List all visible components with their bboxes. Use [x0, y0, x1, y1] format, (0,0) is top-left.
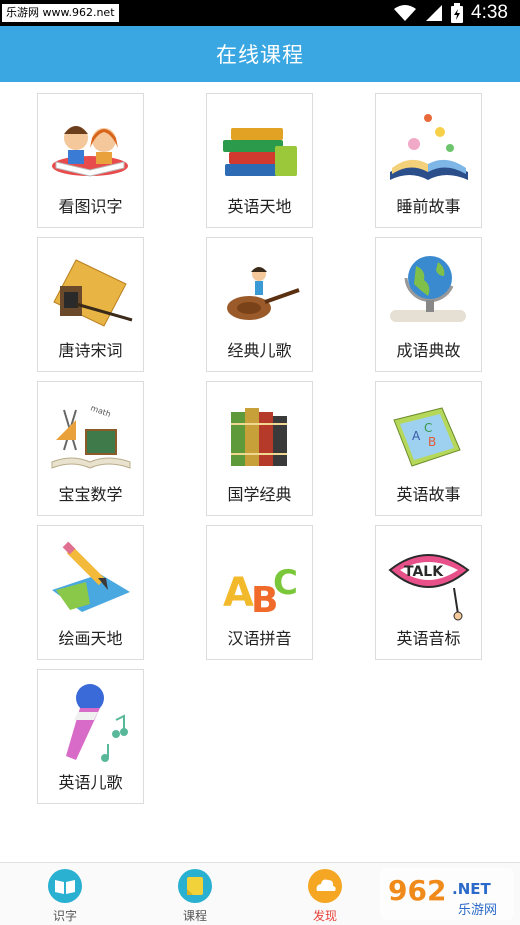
course-label: 英语故事	[396, 485, 461, 504]
watermark-text: 乐游网 www.962.net	[2, 4, 119, 22]
course-label: 看图识字	[58, 197, 123, 216]
status-bar: 乐游网 www.962.net 4:38	[0, 0, 520, 26]
svg-text:A: A	[412, 429, 421, 443]
course-tile[interactable]: 英语儿歌	[37, 669, 144, 804]
course-tile[interactable]: 国学经典	[206, 381, 313, 516]
kids-reading-icon	[52, 126, 128, 177]
math-tools-icon: math	[51, 403, 131, 469]
course-tile[interactable]: 睡前故事	[375, 93, 482, 228]
course-tile[interactable]: 成语典故	[375, 237, 482, 372]
course-tile[interactable]: math 宝宝数学	[37, 381, 144, 516]
note-icon	[178, 869, 212, 903]
svg-text:C: C	[273, 563, 298, 603]
svg-text:962: 962	[388, 874, 446, 907]
wifi-icon	[394, 5, 417, 21]
svg-text:math: math	[89, 403, 112, 419]
status-icons: 4:38	[393, 2, 508, 24]
nav-item-shizi[interactable]: 识字	[35, 869, 95, 923]
course-tile[interactable]: 经典儿歌	[206, 237, 313, 372]
abc-letters-icon: A B C	[223, 563, 298, 621]
course-grid: 看图识字 A 英语天地 睡前故事	[0, 82, 520, 862]
course-label: 宝宝数学	[58, 485, 123, 504]
course-tile[interactable]: TALK 英语音标	[375, 525, 482, 660]
course-label: 睡前故事	[396, 197, 461, 216]
course-tile[interactable]: 唐诗宋词	[37, 237, 144, 372]
microphone-icon	[66, 684, 128, 762]
course-label: 成语典故	[396, 341, 461, 360]
course-label: 经典儿歌	[227, 341, 292, 360]
violin-icon	[227, 267, 300, 320]
battery-icon	[451, 3, 464, 23]
course-label: 英语天地	[227, 197, 292, 216]
pencil-drawing-icon	[52, 541, 130, 612]
course-label: 国学经典	[227, 485, 292, 504]
app-header: 在线课程	[0, 26, 520, 82]
cloud-icon	[308, 869, 342, 903]
svg-text:C: C	[424, 421, 432, 435]
watermark-logo: 962 .NET 乐游网	[380, 868, 514, 920]
course-tile[interactable]: 绘画天地	[37, 525, 144, 660]
nav-label: 课程	[182, 909, 207, 923]
svg-text:乐游网: 乐游网	[458, 903, 497, 918]
course-tile[interactable]: A B C 汉语拼音	[206, 525, 313, 660]
course-label: 英语儿歌	[58, 773, 123, 792]
svg-text:B: B	[428, 435, 436, 449]
svg-text:TALK: TALK	[404, 564, 444, 580]
talk-lips-icon: TALK	[388, 554, 470, 621]
svg-text:.NET: .NET	[452, 880, 491, 898]
storybook-icon	[390, 114, 468, 180]
abc-book-icon: A B C	[393, 407, 461, 467]
books-stack-icon: A	[223, 128, 297, 176]
classic-books-icon	[231, 408, 287, 466]
scroll-brush-icon	[53, 259, 133, 327]
book-icon	[48, 869, 82, 903]
page-title: 在线课程	[216, 43, 304, 67]
course-label: 绘画天地	[58, 629, 123, 648]
course-label: 英语音标	[396, 629, 461, 648]
nav-label: 发现	[312, 909, 337, 923]
course-label: 唐诗宋词	[58, 341, 123, 360]
signal-icon	[426, 5, 443, 21]
svg-text:A: A	[223, 570, 254, 616]
course-tile[interactable]: A 英语天地	[206, 93, 313, 228]
course-tile[interactable]: 看图识字	[37, 93, 144, 228]
nav-label: 识字	[52, 909, 77, 923]
clock: 4:38	[471, 2, 508, 23]
nav-item-kecheng[interactable]: 课程	[165, 869, 225, 923]
globe-icon	[390, 256, 466, 322]
course-tile[interactable]: A B C 英语故事	[375, 381, 482, 516]
nav-item-faxian[interactable]: 发现	[295, 869, 355, 923]
course-label: 汉语拼音	[227, 629, 292, 648]
